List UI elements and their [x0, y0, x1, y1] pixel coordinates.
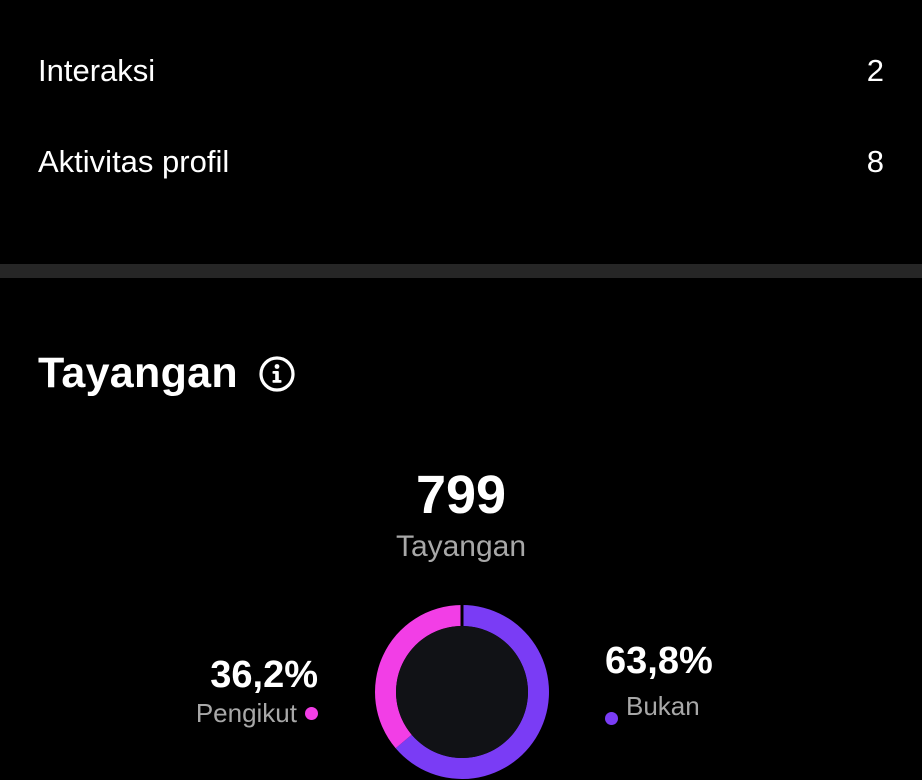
metric-row-aktivitas-profil[interactable]: Aktivitas profil 8: [38, 146, 884, 177]
section-title: Tayangan: [38, 349, 238, 397]
legend-nonfollowers-dot: [605, 712, 618, 725]
views-total: 799: [415, 465, 507, 525]
donut-center: [396, 626, 528, 758]
info-icon[interactable]: [258, 355, 296, 393]
legend-followers-dot: [305, 706, 318, 720]
views-total-label: Tayangan: [395, 530, 527, 563]
legend-followers-label: Pengikut: [195, 698, 297, 728]
metric-label: Interaksi: [38, 53, 156, 88]
metric-label: Aktivitas profil: [38, 144, 230, 179]
legend-nonfollowers: Bukan: [605, 686, 700, 725]
section-divider: [0, 264, 922, 278]
section-header: Tayangan: [38, 352, 296, 395]
legend-nonfollowers-label: Bukan: [626, 690, 700, 721]
metric-value: 2: [866, 53, 884, 88]
legend-nonfollowers-percent: 63,8%: [605, 640, 713, 682]
metric-row-interaksi[interactable]: Interaksi 2: [38, 55, 884, 86]
views-donut-chart: [375, 604, 549, 779]
legend-followers: Pengikut: [196, 700, 318, 726]
legend-followers-percent: 36,2%: [210, 654, 318, 696]
metric-value: 8: [866, 144, 884, 179]
